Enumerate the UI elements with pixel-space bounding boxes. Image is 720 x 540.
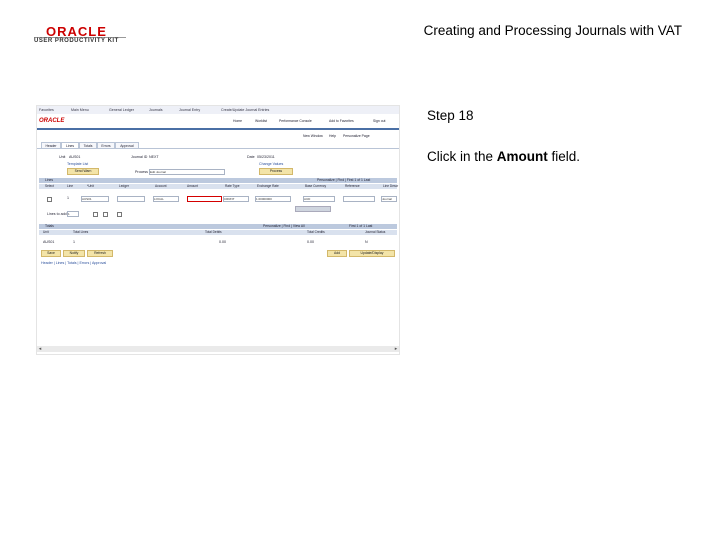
template-list-link[interactable]: Template List [67,162,88,166]
document-title: Creating and Processing Journals with VA… [423,23,682,38]
lines-to-add-field[interactable]: 1 [67,211,79,217]
step-instruction: Click in the Amount field. [427,149,580,164]
breadcrumb: Favorites Main Menu General Ledger Journ… [37,106,399,114]
save-button[interactable]: Save [41,250,61,257]
oracle-upk-logo: ORACLE USER PRODUCTIVITY KIT [34,24,134,48]
amount-field[interactable] [187,196,222,202]
breadcrumb-journal-entry[interactable]: Journal Entry [179,108,200,112]
instruction-suffix: field. [547,149,581,164]
lines-nav[interactable]: Personalize | Find | First 1 of 1 Last [317,178,370,183]
col-amount: Amount [187,184,198,188]
application-screenshot: Favorites Main Menu General Ledger Journ… [36,105,400,355]
row-account-field[interactable]: LOCAL [153,196,179,202]
add-button[interactable]: Add [327,250,347,257]
col-rate-type: Rate Type [225,184,240,188]
link-add-favorites[interactable]: Add to Favorites [329,119,354,123]
row-exchange-rate-field[interactable]: 1.00000000 [255,196,291,202]
refresh-button[interactable]: Refresh [87,250,113,257]
step-number: Step 18 [427,108,474,123]
col-line-descr: Line Descr [383,184,399,188]
totals-band: Totals Personalize | Find | View All Fir… [39,224,397,229]
footer-links[interactable]: Header | Lines | Totals | Errors | Appro… [41,261,106,265]
totals-col-credits: Total Credits [307,230,325,234]
date-value: 05/23/2011 [257,155,275,159]
tab-divider [37,148,399,149]
date-label: Date [247,155,255,159]
lines-grid-header: Select Line *Unit Ledger Account Amount … [39,184,399,189]
process-button[interactable]: Process [259,168,293,175]
insert-lines-icon[interactable] [93,212,98,217]
col-account: Account [155,184,167,188]
col-reference: Reference [345,184,360,188]
link-new-window[interactable]: New Window [303,134,323,138]
row-line: 1 [67,196,69,200]
col-line: Line [67,184,74,188]
row-reference-field[interactable] [343,196,375,202]
horizontal-scrollbar[interactable]: ◂ ▸ [37,346,399,352]
link-home[interactable]: Home [233,119,242,123]
notify-button[interactable]: Notify [63,250,85,257]
change-values-link[interactable]: Change Values [259,162,283,166]
row-descr-field[interactable]: Journal [381,196,397,202]
totals-row-debits: 0.00 [219,240,226,244]
unit-value: AUS01 [69,155,81,159]
col-base-currency: Base Currency [305,184,327,188]
breadcrumb-favorites[interactable]: Favorites [39,108,54,112]
process-label: Process [135,170,148,174]
journal-id-value: NEXT [149,155,159,159]
delete-lines-icon[interactable] [103,212,108,217]
totals-col-debits: Total Debits [205,230,222,234]
totals-nav-right[interactable]: First 1 of 1 Last [349,224,372,229]
peoplesoft-logo: ORACLE [39,118,65,124]
row-ledger-field[interactable] [117,196,145,202]
row-currency-field[interactable]: AUD [303,196,335,202]
send-button[interactable]: Send Warn [67,168,99,175]
scroll-right-icon[interactable]: ▸ [393,346,399,352]
link-sign-out[interactable]: Sign out [373,119,385,123]
totals-col-status: Journal Status [365,230,386,234]
scroll-left-icon[interactable]: ◂ [37,346,43,352]
breadcrumb-general-ledger[interactable]: General Ledger [109,108,134,112]
journal-id-label: Journal ID [131,155,148,159]
row-select-checkbox[interactable] [47,197,52,202]
copy-lines-icon[interactable] [117,212,122,217]
breadcrumb-create-update[interactable]: Create/Update Journal Entries [221,108,269,112]
col-select: Select [45,184,54,188]
instruction-prefix: Click in the [427,149,497,164]
totals-col-lines: Total Lines [73,230,89,234]
totals-row-lines: 1 [73,240,75,244]
instruction-target: Amount [496,149,548,164]
grid-scrollbar[interactable] [295,206,331,212]
link-help[interactable]: Help [329,134,336,138]
product-name: USER PRODUCTIVITY KIT [34,38,119,44]
lines-band: Lines Personalize | Find | First 1 of 1 … [39,178,397,183]
link-personalize-page[interactable]: Personalize Page [343,134,370,138]
breadcrumb-main-menu[interactable]: Main Menu [71,108,89,112]
update-display-button[interactable]: Update/Display [349,250,395,257]
row-unit-field[interactable]: AUS01 [81,196,109,202]
totals-nav[interactable]: Personalize | Find | View All [263,224,305,229]
lines-title: Lines [45,178,54,182]
lines-to-add-label: Lines to add [47,212,67,216]
totals-title: Totals [45,224,54,228]
col-exchange-rate: Exchange Rate [257,184,279,188]
link-worklist[interactable]: Worklist [255,119,267,123]
row-rate-type-field[interactable]: CRRNT [223,196,249,202]
breadcrumb-journals[interactable]: Journals [149,108,163,112]
totals-grid-header: Unit Total Lines Total Debits Total Cred… [39,230,397,235]
header-rule [37,128,399,130]
link-performance-console[interactable]: Performance Console [279,119,312,123]
totals-row-unit: AUS01 [43,240,55,244]
unit-label: Unit [59,155,66,159]
process-select[interactable]: Edit Journal [149,169,225,175]
col-ledger: Ledger [119,184,129,188]
col-unit: *Unit [87,184,94,188]
totals-col-unit: Unit [43,230,49,234]
totals-row-status: N [365,240,368,244]
totals-row-credits: 0.00 [307,240,314,244]
